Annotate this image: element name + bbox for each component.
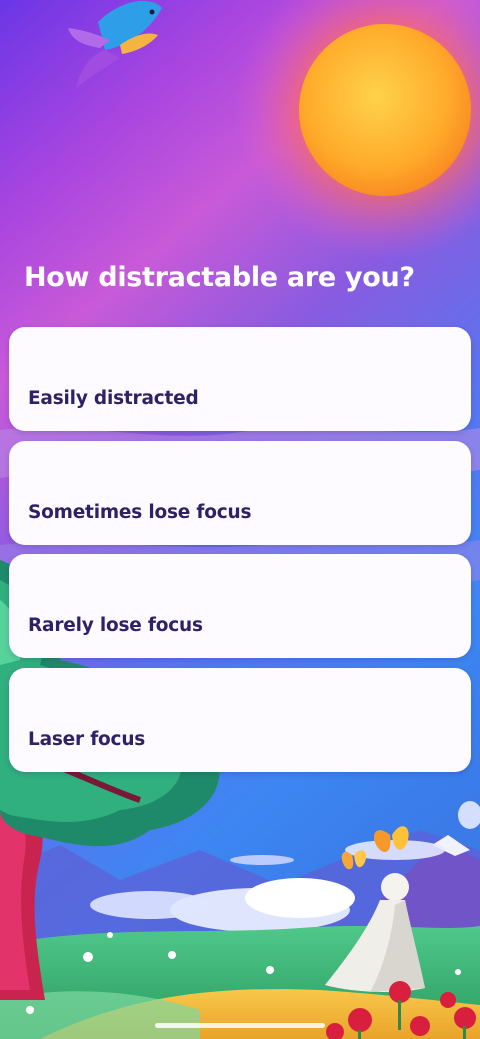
option-sometimes-lose-focus[interactable]: Sometimes lose focus: [9, 441, 471, 545]
option-label: Laser focus: [28, 729, 146, 750]
option-easily-distracted[interactable]: Easily distracted: [9, 327, 471, 431]
option-rarely-lose-focus[interactable]: Rarely lose focus: [9, 554, 471, 658]
option-label: Easily distracted: [28, 388, 199, 409]
option-label: Sometimes lose focus: [28, 502, 252, 523]
option-label: Rarely lose focus: [28, 615, 203, 636]
home-indicator[interactable]: [155, 1023, 325, 1028]
question-title: How distractable are you?: [24, 262, 415, 293]
option-laser-focus[interactable]: Laser focus: [9, 668, 471, 772]
